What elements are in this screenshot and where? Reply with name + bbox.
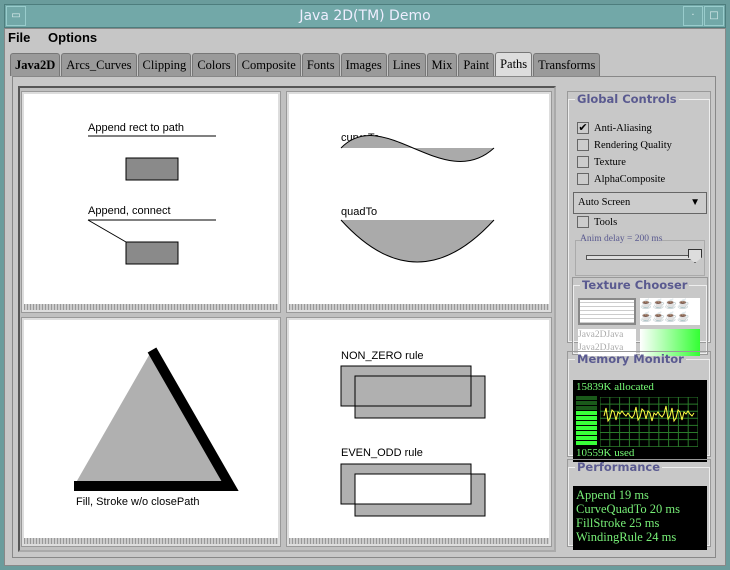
performance-group: Performance Append 19 ms CurveQuadTo 20 … xyxy=(567,459,711,550)
memory-bar-segment xyxy=(576,441,597,445)
grid-texture-option[interactable] xyxy=(578,298,636,325)
screen-select[interactable]: Auto Screen ▼ xyxy=(573,192,707,214)
memory-bar-segment xyxy=(576,411,597,415)
tab-images[interactable]: Images xyxy=(340,53,387,76)
anim-delay-label: Anim delay = 200 ms xyxy=(580,234,663,244)
memory-monitor-display[interactable]: 15839K allocated 10559K used xyxy=(573,380,707,462)
fillstroke-label: Fill, Stroke w/o closePath xyxy=(76,496,200,508)
winding-drawing xyxy=(340,365,486,517)
tab-composite[interactable]: Composite xyxy=(236,53,301,76)
memory-bar-meter xyxy=(576,396,597,446)
anti-aliasing-checkbox[interactable]: ✔ Anti-Aliasing xyxy=(577,122,652,134)
memory-bar-segment xyxy=(576,401,597,405)
tab-java2d[interactable]: Java2D xyxy=(10,53,61,76)
minimize-button[interactable]: · xyxy=(683,6,703,26)
panel-toolbar-strip[interactable] xyxy=(289,538,549,544)
memory-used: 10559K used xyxy=(576,447,635,459)
texture-chooser-title: Texture Chooser xyxy=(582,278,688,292)
panel-toolbar-strip[interactable] xyxy=(24,304,278,310)
memory-bar-segment xyxy=(576,406,597,410)
checkbox-label: AlphaComposite xyxy=(594,173,666,185)
memory-monitor-group: Memory Monitor 15839K allocated 10559K u… xyxy=(567,351,711,462)
duke-texture-option[interactable]: ☕☕☕☕ ☕☕☕☕ xyxy=(640,298,700,325)
memory-monitor-title: Memory Monitor xyxy=(577,352,684,366)
memory-bar-segment xyxy=(576,426,597,430)
fillstroke-demo-panel[interactable]: Fill, Stroke w/o closePath xyxy=(21,317,281,547)
tab-arcs-curves[interactable]: Arcs_Curves xyxy=(61,53,137,76)
tab-clipping[interactable]: Clipping xyxy=(137,53,192,76)
tab-fonts[interactable]: Fonts xyxy=(301,53,340,76)
checkbox-box xyxy=(577,139,589,151)
checkbox-label: Anti-Aliasing xyxy=(594,122,652,134)
check-icon: ✔ xyxy=(577,122,589,134)
anim-delay-slider[interactable] xyxy=(586,255,694,260)
memory-graph xyxy=(600,397,698,447)
panel-toolbar-strip[interactable] xyxy=(24,538,278,544)
performance-display[interactable]: Append 19 ms CurveQuadTo 20 ms FillStrok… xyxy=(573,486,707,550)
perf-line: FillStroke 25 ms xyxy=(576,516,660,530)
perf-line: CurveQuadTo 20 ms xyxy=(576,502,680,516)
memory-bar-segment xyxy=(576,431,597,435)
winding-demo-panel[interactable]: NON_ZERO rule EVEN_ODD rule xyxy=(286,317,552,547)
window-menu-button[interactable]: ▭ xyxy=(6,6,26,26)
anim-delay-group: Anim delay = 200 ms xyxy=(575,234,705,276)
checkbox-label: Tools xyxy=(594,216,618,228)
checkbox-box xyxy=(577,173,589,185)
checkbox-label: Texture xyxy=(594,156,626,168)
menu-bar: File Options xyxy=(8,30,111,45)
checkbox-box xyxy=(577,156,589,168)
curves-drawing xyxy=(340,135,495,263)
global-controls-title: Global Controls xyxy=(577,92,677,106)
tab-mix[interactable]: Mix xyxy=(426,53,458,76)
checkbox-box xyxy=(577,216,589,228)
curves-demo-panel[interactable]: curveTo quadTo xyxy=(286,91,552,313)
tab-bar: Java2D Arcs_Curves Clipping Colors Compo… xyxy=(10,52,601,76)
menu-file[interactable]: File xyxy=(8,30,30,45)
global-controls-group: Global Controls ✔ Anti-Aliasing Rendering… xyxy=(567,91,711,356)
texture-text: Java2DJava xyxy=(578,330,624,340)
perf-line: Append 19 ms xyxy=(576,488,649,502)
tab-colors[interactable]: Colors xyxy=(192,53,236,76)
tools-checkbox[interactable]: Tools xyxy=(577,216,617,228)
screen-select-value: Auto Screen xyxy=(578,197,631,208)
panel-toolbar-strip[interactable] xyxy=(289,304,549,310)
memory-bar-segment xyxy=(576,416,597,420)
memory-bar-segment xyxy=(576,421,597,425)
checkbox-label: Rendering Quality xyxy=(594,139,672,151)
texture-chooser-group: Texture Chooser ☕☕☕☕ ☕☕☕☕ Java2DJava Java2… xyxy=(572,277,708,356)
title-bar: ▭ Java 2D(TM) Demo · □ xyxy=(4,4,726,28)
slider-thumb[interactable] xyxy=(688,249,702,263)
tab-transforms[interactable]: Transforms xyxy=(533,53,601,76)
tab-lines[interactable]: Lines xyxy=(387,53,426,76)
alphacomposite-checkbox[interactable]: AlphaComposite xyxy=(577,173,665,185)
memory-bar-segment xyxy=(576,436,597,440)
perf-line: WindingRule 24 ms xyxy=(576,530,677,544)
performance-title: Performance xyxy=(577,460,661,474)
texture-checkbox[interactable]: Texture xyxy=(577,156,626,168)
append-demo-panel[interactable]: Append rect to path Append, connect xyxy=(21,91,281,313)
memory-bar-segment xyxy=(576,396,597,400)
window-title: Java 2D(TM) Demo xyxy=(299,8,431,24)
append-drawing xyxy=(87,135,216,265)
memory-allocated: 15839K allocated xyxy=(576,381,654,393)
tab-paint[interactable]: Paint xyxy=(458,53,495,76)
maximize-button[interactable]: □ xyxy=(704,6,724,26)
rendering-quality-checkbox[interactable]: Rendering Quality xyxy=(577,139,672,151)
tab-paths[interactable]: Paths xyxy=(495,52,533,76)
menu-options[interactable]: Options xyxy=(48,30,97,45)
dropdown-arrow-icon: ▼ xyxy=(690,197,700,208)
